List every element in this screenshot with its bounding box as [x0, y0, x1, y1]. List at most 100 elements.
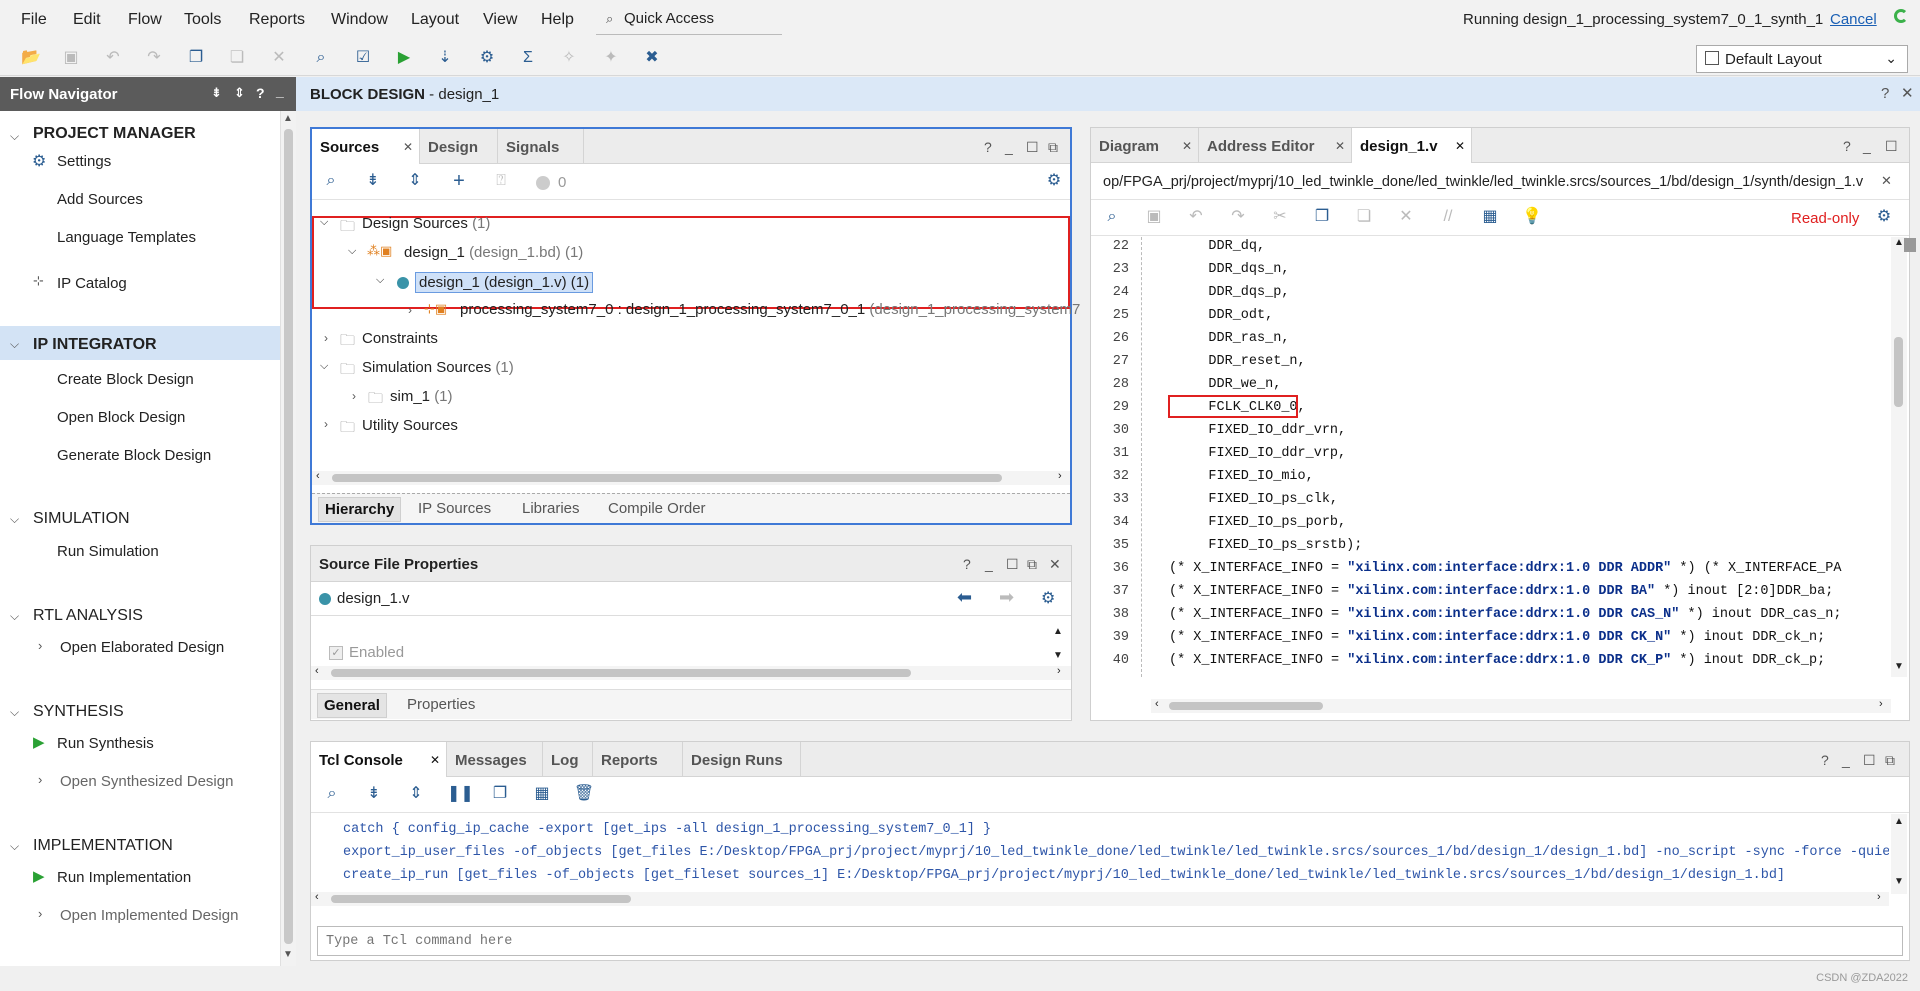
sources-hscroll[interactable]: ‹ › — [312, 470, 1070, 485]
scroll-left-icon[interactable]: ‹ — [316, 470, 320, 482]
chevron-right-icon[interactable]: › — [38, 772, 42, 787]
unknown-icon[interactable]: ⍰ — [490, 171, 512, 191]
tab-signals[interactable]: Signals — [498, 129, 584, 164]
scroll-down-icon[interactable]: ▼ — [1053, 650, 1063, 661]
enabled-checkbox[interactable]: ✓ — [329, 646, 343, 660]
run-icon[interactable]: ▶ — [393, 48, 415, 68]
console-hscroll[interactable]: ‹ › — [311, 891, 1889, 906]
minimize-icon[interactable]: _ — [1005, 139, 1013, 155]
back-arrow-icon[interactable]: ⬅ — [957, 587, 972, 608]
tree-simulation-sources[interactable]: Simulation Sources (1) — [362, 359, 514, 376]
tab-diagram[interactable]: Diagram ✕ — [1091, 128, 1199, 163]
scroll-left-icon[interactable]: ‹ — [315, 891, 319, 903]
gear-icon[interactable]: ⚙ — [1043, 171, 1065, 191]
console-vscroll[interactable]: ▲ ▼ — [1891, 814, 1907, 894]
section-rtl-analysis[interactable]: RTL ANALYSIS — [0, 607, 280, 625]
tab-design-1-v[interactable]: design_1.v ✕ — [1352, 128, 1472, 163]
undo-icon[interactable]: ↶ — [102, 48, 124, 68]
maximize-icon[interactable]: ☐ — [1863, 752, 1876, 769]
tool-icon[interactable]: ✦ — [600, 48, 622, 68]
comment-icon[interactable]: // — [1437, 207, 1459, 227]
save-icon[interactable]: ▣ — [1143, 207, 1165, 227]
quick-access-input[interactable]: ⌕ Quick Access — [596, 5, 782, 35]
code-hscroll[interactable]: ‹ › — [1151, 698, 1891, 713]
help-icon[interactable]: ? — [1843, 138, 1851, 154]
table-icon[interactable]: ▦ — [531, 784, 553, 804]
fn-open-elaborated-design[interactable]: Open Elaborated Design — [60, 639, 224, 656]
fn-run-synthesis[interactable]: Run Synthesis — [57, 735, 154, 752]
program-device-icon[interactable]: ⇣ — [434, 48, 456, 68]
menu-file[interactable]: File — [21, 11, 47, 29]
scroll-down-icon[interactable]: ▼ — [1894, 661, 1904, 672]
tab-compile-order[interactable]: Compile Order — [608, 500, 706, 517]
copy-icon[interactable]: ❐ — [185, 48, 207, 68]
pause-icon[interactable]: ❚❚ — [447, 784, 474, 804]
chevron-down-icon[interactable]: ⌵ — [348, 245, 356, 258]
close-tab-icon[interactable]: ✕ — [430, 753, 440, 767]
scroll-thumb[interactable] — [1894, 337, 1903, 407]
add-sources-icon[interactable]: + — [448, 171, 470, 191]
scroll-thumb[interactable] — [331, 895, 631, 903]
scroll-thumb[interactable] — [332, 474, 1002, 482]
maximize-icon[interactable]: ☐ — [1885, 138, 1898, 155]
close-icon[interactable]: ✕ — [1881, 173, 1892, 189]
layout-select[interactable]: Default Layout ⌄ — [1696, 45, 1908, 73]
column-select-icon[interactable]: ▦ — [1479, 207, 1501, 227]
fn-run-implementation[interactable]: Run Implementation — [57, 869, 191, 886]
collapse-all-icon[interactable]: ⇟ — [363, 784, 385, 804]
section-implementation[interactable]: IMPLEMENTATION — [0, 837, 280, 855]
menu-flow[interactable]: Flow — [128, 11, 162, 29]
delete-icon[interactable]: ✕ — [1395, 207, 1417, 227]
tree-processing-system7[interactable]: processing_system7_0 : design_1_processi… — [460, 301, 1080, 318]
section-synthesis[interactable]: SYNTHESIS — [0, 703, 280, 721]
fn-language-templates[interactable]: Language Templates — [57, 229, 196, 246]
scroll-thumb[interactable] — [331, 669, 911, 677]
save-icon[interactable]: ▣ — [60, 48, 82, 68]
gear-icon[interactable]: ⚙ — [1873, 207, 1895, 227]
expand-all-icon[interactable]: ⇕ — [404, 171, 426, 191]
section-simulation[interactable]: SIMULATION — [0, 510, 280, 528]
float-icon[interactable]: ⧉ — [1048, 139, 1058, 156]
gear-icon[interactable]: ⚙ — [1041, 588, 1055, 608]
chevron-down-icon[interactable]: ⌵ — [320, 360, 328, 373]
settings-icon[interactable]: ⚙ — [476, 48, 498, 68]
help-icon[interactable]: ? — [256, 85, 265, 101]
cut-icon[interactable]: ✂ — [1269, 207, 1291, 227]
expand-all-icon[interactable]: ⇕ — [234, 85, 245, 101]
paste-icon[interactable]: ❏ — [1353, 207, 1375, 227]
menu-view[interactable]: View — [483, 11, 517, 29]
close-tab-icon[interactable]: ✕ — [403, 140, 413, 154]
trash-icon[interactable]: 🗑 — [573, 784, 595, 804]
tree-design-sources[interactable]: Design Sources (1) — [362, 215, 490, 232]
scroll-up-icon[interactable]: ▲ — [1894, 237, 1904, 248]
minimize-icon[interactable]: _ — [985, 556, 993, 572]
tab-libraries[interactable]: Libraries — [522, 500, 580, 517]
close-icon[interactable]: ✕ — [1049, 556, 1061, 573]
tab-ip-sources[interactable]: IP Sources — [418, 500, 491, 517]
chevron-right-icon[interactable]: › — [352, 389, 356, 403]
redo-icon[interactable]: ↷ — [143, 48, 165, 68]
maximize-icon[interactable]: ☐ — [1006, 556, 1019, 573]
scroll-thumb[interactable] — [284, 129, 293, 944]
search-icon[interactable]: ⌕ — [321, 784, 343, 804]
sfp-hscroll[interactable]: ‹ › — [311, 665, 1071, 680]
paste-icon[interactable]: ❏ — [226, 48, 248, 68]
minimize-icon[interactable]: _ — [1842, 752, 1850, 768]
undo-icon[interactable]: ↶ — [1185, 207, 1207, 227]
scroll-up-icon[interactable]: ▲ — [283, 113, 293, 124]
collapse-all-icon[interactable]: ⇟ — [211, 85, 222, 101]
flow-navigator-scrollbar[interactable]: ▲ ▼ — [280, 111, 296, 966]
tcl-command-input[interactable] — [317, 926, 1903, 956]
scroll-left-icon[interactable]: ‹ — [315, 665, 319, 677]
copy-icon[interactable]: ❐ — [489, 784, 511, 804]
tab-sources[interactable]: Sources ✕ — [312, 129, 420, 164]
scroll-down-icon[interactable]: ▼ — [1894, 876, 1904, 887]
minimize-icon[interactable]: _ — [1863, 138, 1871, 154]
scroll-down-icon[interactable]: ▼ — [283, 949, 293, 960]
cross-tools-icon[interactable]: ✖ — [641, 48, 663, 68]
fn-open-implemented-design[interactable]: Open Implemented Design — [60, 907, 238, 924]
lightbulb-icon[interactable]: 💡 — [1521, 207, 1543, 227]
chevron-right-icon[interactable]: › — [38, 638, 42, 653]
expand-all-icon[interactable]: ⇕ — [405, 784, 427, 804]
menu-edit[interactable]: Edit — [73, 11, 101, 29]
